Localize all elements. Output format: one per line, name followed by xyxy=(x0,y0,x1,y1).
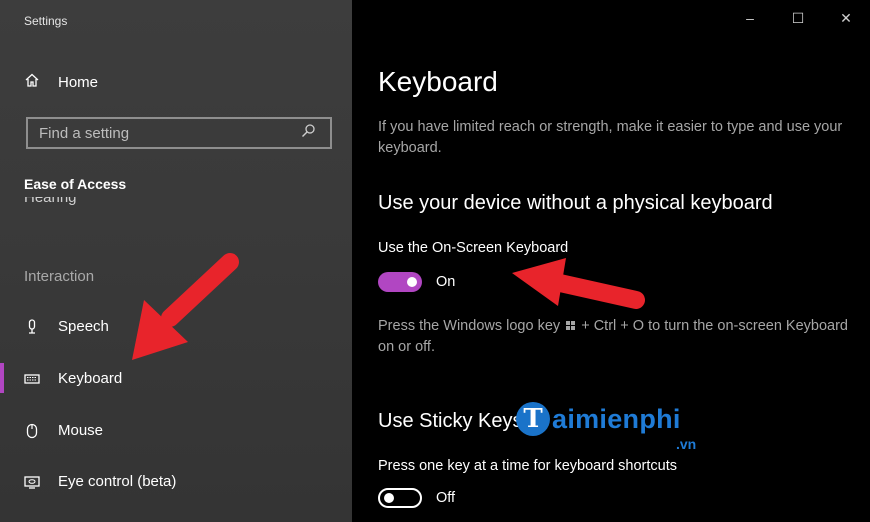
microphone-icon xyxy=(24,318,40,335)
section-heading-sticky-keys: Use Sticky Keys xyxy=(378,410,523,432)
sticky-keys-toggle[interactable] xyxy=(378,488,422,508)
section-title: Ease of Access xyxy=(24,176,127,192)
onscreen-keyboard-toggle-row: On xyxy=(378,272,455,292)
sidebar-item-label: Keyboard xyxy=(58,370,123,387)
sidebar-item-keyboard[interactable]: Keyboard xyxy=(24,370,122,387)
toggle-state: On xyxy=(436,274,456,290)
mouse-icon xyxy=(24,423,40,439)
onscreen-keyboard-hint: Press the Windows logo key + Ctrl + O to… xyxy=(378,316,848,358)
sticky-keys-toggle-row: Off xyxy=(378,488,455,508)
watermark-logo: T aimienphi .vn xyxy=(516,402,696,452)
onscreen-keyboard-toggle[interactable] xyxy=(378,272,422,292)
sidebar-item-eye-control[interactable]: Eye control (beta) xyxy=(24,473,176,490)
sticky-keys-label: Press one key at a time for keyboard sho… xyxy=(378,458,677,474)
close-button[interactable]: ✕ xyxy=(822,0,870,36)
sidebar: Settings Home Find a setting Ease of Acc… xyxy=(0,0,352,522)
toggle-state: Off xyxy=(436,490,456,506)
windows-logo-icon xyxy=(566,321,576,330)
watermark-badge: T xyxy=(516,402,550,436)
sidebar-item-label: Mouse xyxy=(58,422,104,439)
active-indicator xyxy=(0,363,4,393)
sidebar-item-label: Eye control (beta) xyxy=(58,473,177,490)
home-icon xyxy=(24,72,40,92)
keyboard-icon xyxy=(24,371,40,387)
minimize-button[interactable]: – xyxy=(726,0,774,36)
toggle-knob xyxy=(384,493,394,503)
search-placeholder: Find a setting xyxy=(39,124,130,142)
group-label-interaction: Interaction xyxy=(24,268,95,285)
sidebar-item-label: Hearing xyxy=(24,197,77,206)
sidebar-item-mouse[interactable]: Mouse xyxy=(24,422,103,439)
hint-text-before: Press the Windows logo key xyxy=(378,318,561,334)
section-heading-physical-keyboard: Use your device without a physical keybo… xyxy=(378,192,773,214)
onscreen-keyboard-label: Use the On-Screen Keyboard xyxy=(378,240,569,256)
home-nav-item[interactable]: Home xyxy=(24,72,98,92)
search-input[interactable]: Find a setting xyxy=(26,117,332,149)
page-description: If you have limited reach or strength, m… xyxy=(378,119,843,156)
app-title: Settings xyxy=(24,14,68,28)
sidebar-item-label: Speech xyxy=(58,318,109,335)
maximize-button[interactable]: ☐ xyxy=(774,0,822,36)
main-panel: – ☐ ✕ Keyboard If you have limited reach… xyxy=(352,0,870,522)
sidebar-item-speech[interactable]: Speech xyxy=(24,318,109,335)
window-controls: – ☐ ✕ xyxy=(726,0,870,36)
watermark-domain: .vn xyxy=(676,436,697,452)
sidebar-item-hearing[interactable]: Hearing xyxy=(24,197,224,211)
page-title: Keyboard xyxy=(378,66,498,97)
toggle-knob xyxy=(407,277,417,287)
home-label: Home xyxy=(58,73,99,91)
search-icon[interactable] xyxy=(300,123,322,144)
watermark-text: aimienphi xyxy=(552,403,681,434)
eye-control-icon xyxy=(24,474,40,490)
